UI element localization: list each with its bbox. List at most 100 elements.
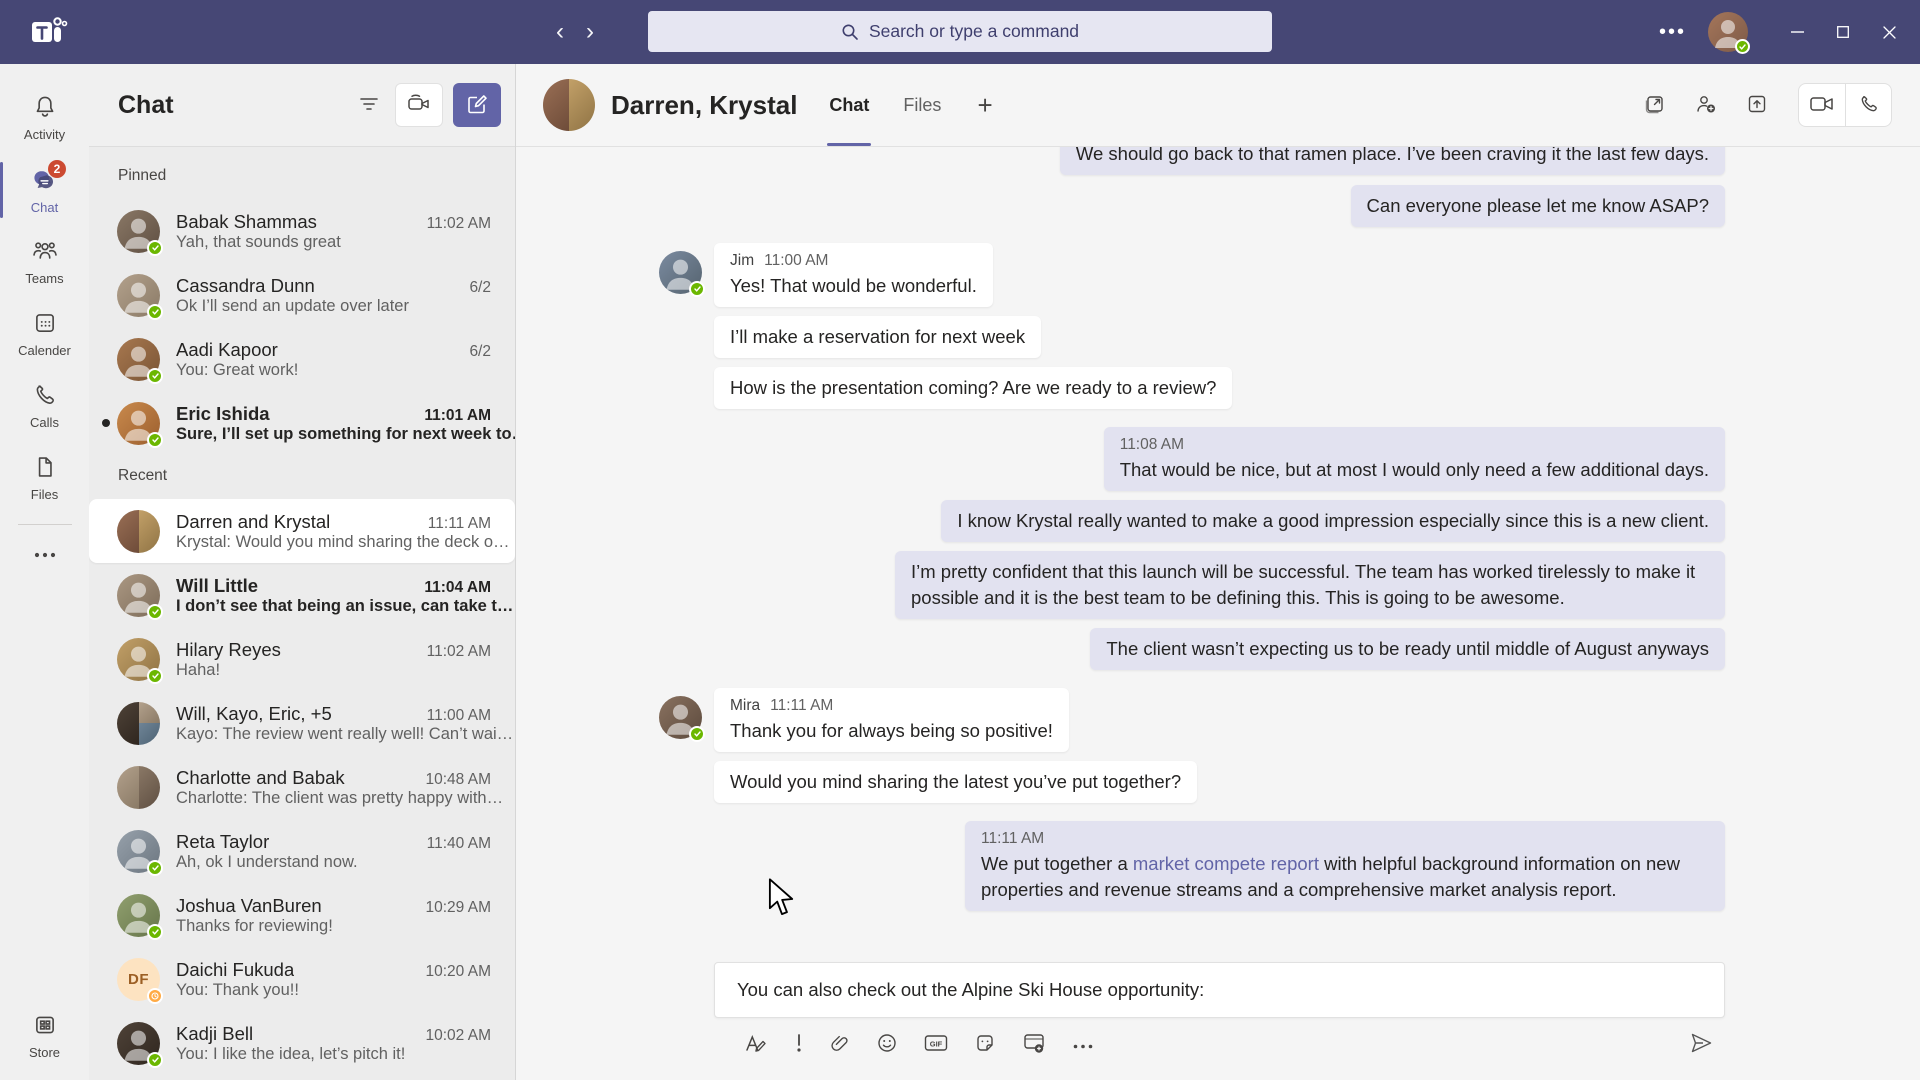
avatar	[117, 702, 160, 745]
avatar-initials-text: DF	[128, 971, 149, 988]
avatar	[117, 210, 160, 253]
chat-row-cassandra-dunn[interactable]: Cassandra Dunn6/2 Ok I’ll send an update…	[89, 263, 515, 327]
chat-row-charlotte-and-babak[interactable]: Charlotte and Babak10:48 AM Charlotte: T…	[89, 755, 515, 819]
stream-video-button[interactable]	[1020, 1030, 1048, 1059]
forward-button[interactable]: ›	[586, 20, 594, 44]
new-chat-button[interactable]	[453, 83, 501, 127]
chat-row-kadji-bell[interactable]: Kadji Bell10:02 AM You: I like the idea,…	[89, 1011, 515, 1075]
close-button[interactable]	[1866, 0, 1912, 64]
phone-icon	[1858, 93, 1880, 118]
maximize-button[interactable]	[1820, 0, 1866, 64]
chat-row-will-little[interactable]: Will Little11:04 AM I don’t see that bei…	[89, 563, 515, 627]
compose-more-button[interactable]	[1071, 1035, 1095, 1054]
chat-row-joshua-vanburen[interactable]: Joshua VanBuren10:29 AM Thanks for revie…	[89, 883, 515, 947]
presence-available-icon	[147, 368, 163, 384]
message-bubble: Jim11:00 AM Yes! That would be wonderful…	[714, 243, 993, 307]
file-icon	[32, 454, 58, 483]
chat-row-aadi-kapoor[interactable]: Aadi Kapoor6/2 You: Great work!	[89, 327, 515, 391]
chat-time: 10:02 AM	[418, 1027, 492, 1045]
share-screen-button[interactable]	[1744, 91, 1770, 120]
send-icon	[1689, 1032, 1713, 1057]
market-compete-report-link[interactable]: market compete report	[1133, 853, 1319, 874]
message-bubble: I’m pretty confident that this launch wi…	[895, 551, 1725, 619]
message-time: 11:11 AM	[770, 696, 833, 716]
chat-time: 11:02 AM	[419, 215, 491, 233]
presence-available-icon	[147, 304, 163, 320]
chat-name: Cassandra Dunn	[176, 275, 315, 297]
chat-row-babak-shammas[interactable]: Babak Shammas11:02 AM Yah, that sounds g…	[89, 199, 515, 263]
gif-button[interactable]: GIF	[922, 1031, 950, 1058]
rail-item-calendar[interactable]: Calender	[0, 298, 89, 370]
audio-call-button[interactable]	[1845, 84, 1891, 126]
add-tab-button[interactable]: +	[977, 90, 992, 121]
section-label-pinned: Pinned	[89, 155, 515, 199]
unread-count-badge: 2	[48, 160, 66, 178]
rail-item-files[interactable]: Files	[0, 442, 89, 514]
chat-name: Daichi Fukuda	[176, 959, 294, 981]
send-button[interactable]	[1687, 1030, 1715, 1059]
message-text: Can everyone please let me know ASAP?	[1367, 195, 1709, 216]
titlebar-more-button[interactable]: •••	[1659, 21, 1686, 44]
chat-preview: I don’t see that being an issue, can tak…	[176, 597, 513, 615]
conversation-avatar	[543, 79, 595, 131]
presence-away-icon	[147, 988, 163, 1004]
chat-row-hilary-reyes[interactable]: Hilary Reyes11:02 AM Haha!	[89, 627, 515, 691]
rail-item-teams[interactable]: Teams	[0, 226, 89, 298]
pop-out-chat-button[interactable]	[1642, 91, 1668, 120]
app-body: Activity Chat 2	[0, 64, 1920, 1080]
avatar	[117, 830, 160, 873]
message-text: Would you mind sharing the latest you’ve…	[730, 771, 1181, 792]
message-text: I know Krystal really wanted to make a g…	[957, 510, 1709, 531]
message-text: We should go back to that ramen place. I…	[1076, 147, 1709, 164]
sticker-button[interactable]	[973, 1031, 997, 1058]
teams-people-icon	[31, 238, 59, 267]
message-author: Mira	[730, 696, 760, 716]
user-avatar[interactable]	[1708, 12, 1748, 52]
add-people-button[interactable]	[1692, 91, 1720, 120]
chat-preview: Kayo: The review went really well! Can’t…	[176, 725, 513, 743]
chat-time: 10:29 AM	[418, 899, 492, 917]
minimize-button[interactable]	[1774, 0, 1820, 64]
rail-item-calls[interactable]: Calls	[0, 370, 89, 442]
chat-row-darren-and-krystal[interactable]: Darren and Krystal11:11 AM Krystal: Woul…	[89, 499, 515, 563]
search-input[interactable]: Search or type a command	[648, 11, 1272, 52]
tab-files[interactable]: Files	[903, 64, 941, 146]
rail-item-activity[interactable]: Activity	[0, 82, 89, 154]
phone-icon	[32, 382, 58, 411]
add-person-icon	[1694, 93, 1718, 118]
message-input[interactable]: You can also check out the Alpine Ski Ho…	[714, 962, 1725, 1018]
avatar	[117, 402, 160, 445]
teams-logo-icon	[30, 14, 68, 50]
attach-button[interactable]	[828, 1031, 852, 1058]
meet-now-button[interactable]	[395, 83, 443, 127]
importance-button[interactable]	[793, 1031, 805, 1058]
gif-icon: GIF	[924, 1033, 948, 1056]
video-call-button[interactable]	[1799, 84, 1845, 126]
rail-item-chat[interactable]: Chat 2	[0, 154, 89, 226]
chat-row-reta-taylor[interactable]: Reta Taylor11:40 AM Ah, ok I understand …	[89, 819, 515, 883]
format-button[interactable]	[742, 1031, 770, 1058]
rail-more-button[interactable]	[0, 531, 89, 575]
filter-button[interactable]	[353, 91, 385, 120]
message-bubble: 11:08 AM That would be nice, but at most…	[1104, 427, 1725, 491]
chat-time: 10:48 AM	[418, 771, 492, 789]
tab-chat[interactable]: Chat	[829, 64, 869, 146]
chat-row-will-kayo-eric-group[interactable]: Will, Kayo, Eric, +511:00 AM Kayo: The r…	[89, 691, 515, 755]
rail-label: Calls	[30, 415, 59, 430]
app-rail: Activity Chat 2	[0, 64, 89, 1080]
message-bubble: I’ll make a reservation for next week	[714, 316, 1041, 358]
message-text: That would be nice, but at most I would …	[1120, 459, 1709, 480]
message-bubble: How is the presentation coming? Are we r…	[714, 367, 1232, 409]
call-buttons	[1798, 83, 1892, 127]
rail-item-store[interactable]: Store	[0, 998, 89, 1074]
emoji-button[interactable]	[875, 1031, 899, 1058]
conversation-header: Darren, Krystal Chat Files +	[516, 64, 1920, 147]
chat-list-header: Chat	[89, 64, 515, 147]
chat-row-daichi-fukuda[interactable]: DF Daichi Fukuda10:20 AM You: Thank you!…	[89, 947, 515, 1011]
avatar	[117, 510, 160, 553]
message-bubble: Can everyone please let me know ASAP?	[1351, 185, 1725, 227]
search-placeholder: Search or type a command	[869, 21, 1079, 42]
back-button[interactable]: ‹	[556, 20, 564, 44]
chat-preview: Ok I’ll send an update over later	[176, 297, 409, 315]
chat-row-eric-ishida[interactable]: Eric Ishida11:01 AM Sure, I’ll set up so…	[89, 391, 515, 455]
